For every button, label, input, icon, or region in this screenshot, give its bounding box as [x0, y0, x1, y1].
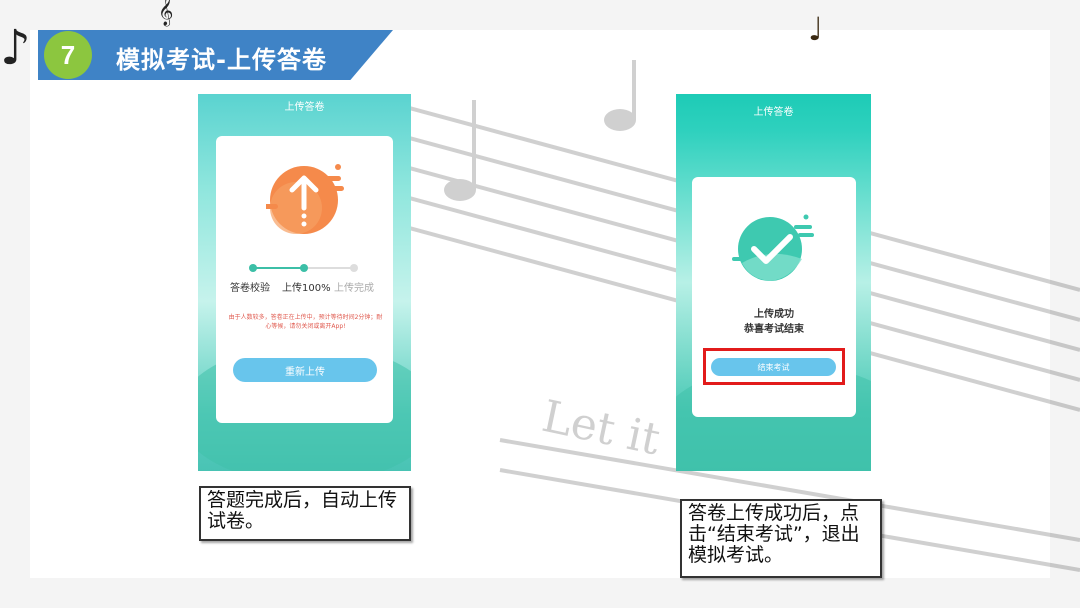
success-screen: 上传答卷 上传成功 恭喜考试结束 结束考试: [676, 94, 871, 471]
reupload-button[interactable]: 重新上传: [233, 358, 377, 382]
step-dot: [350, 264, 358, 272]
upload-card: 答卷校验 上传100% 上传完成 由于人数较多，答卷正在上传中，预计等待时间2分…: [216, 136, 393, 423]
progress-line: [304, 267, 354, 269]
treble-clef-icon: 𝄞: [158, 0, 174, 26]
screen-header: 上传答卷: [284, 102, 325, 113]
music-note-icon: ♪: [0, 20, 31, 76]
upload-status: 上传成功: [754, 309, 794, 320]
caption-right: 答卷上传成功后，点击“结束考试”，退出模拟考试。: [680, 499, 882, 578]
step-dot: [249, 264, 257, 272]
progress-line: [252, 267, 304, 269]
screen-header: 上传答卷: [753, 107, 794, 118]
upload-progress-steps: 答卷校验 上传100% 上传完成: [230, 261, 380, 301]
upload-notice: 由于人数较多，答卷正在上传中，预计等待时间2分钟；耐心等候，请勿关闭或离开App…: [228, 314, 383, 330]
exam-finished-message: 恭喜考试结束: [744, 324, 804, 335]
step-number-badge: 7: [44, 31, 92, 79]
svg-text:Let it: Let it: [538, 391, 665, 466]
step-label: 答卷校验: [230, 283, 270, 294]
step-dot: [300, 264, 308, 272]
upload-screen: 上传答卷 答卷校验 上传100% 上传完成 由于人数较多，答卷正在上传中，预计等…: [198, 94, 411, 471]
music-note-icon: ♩: [808, 10, 824, 48]
step-label: 上传完成: [334, 283, 374, 294]
step-label: 上传100%: [282, 283, 331, 294]
upload-arrow-icon: [266, 164, 344, 234]
highlight-frame: [703, 348, 845, 385]
checkmark-icon: [732, 214, 814, 281]
slide-title: 模拟考试-上传答卷: [116, 46, 327, 74]
caption-left: 答题完成后，自动上传试卷。: [199, 486, 411, 541]
